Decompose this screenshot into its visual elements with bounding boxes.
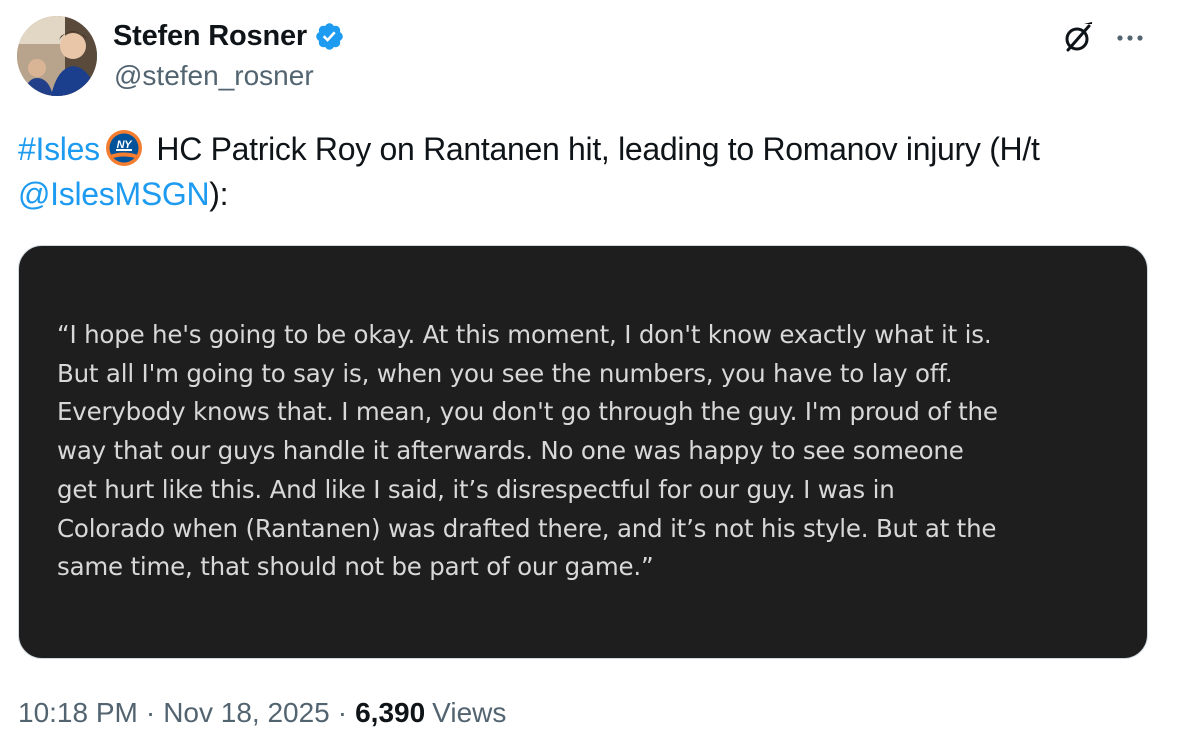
quote-text: “I hope he's going to be okay. At this m… xyxy=(57,320,998,582)
tweet-body-end: ): xyxy=(209,176,229,212)
tweet-date[interactable]: Nov 18, 2025 xyxy=(163,697,330,729)
islanders-logo-icon: NY xyxy=(104,128,144,168)
hashtag-link[interactable]: #Isles xyxy=(18,131,100,167)
author-name-row[interactable]: Stefen Rosner xyxy=(113,17,345,55)
meta-separator: · xyxy=(145,697,156,728)
avatar-image xyxy=(17,16,97,96)
verified-badge-icon xyxy=(314,21,345,52)
avatar[interactable] xyxy=(17,16,97,96)
media-image-card[interactable]: “I hope he's going to be okay. At this m… xyxy=(18,245,1148,659)
author-display-name[interactable]: Stefen Rosner xyxy=(113,20,307,53)
tweet-body-text: HC Patrick Roy on Rantanen hit, leading … xyxy=(147,131,1040,167)
tweet: Stefen Rosner @stefen_rosner #Isles NY H… xyxy=(0,0,1204,746)
views-count[interactable]: 6,390 xyxy=(355,697,425,729)
more-options-icon[interactable] xyxy=(1110,18,1150,58)
mention-link[interactable]: @IslesMSGN xyxy=(18,176,210,212)
tweet-text: #Isles NY HC Patrick Roy on Rantanen hit… xyxy=(18,127,1183,217)
author-handle[interactable]: @stefen_rosner xyxy=(114,60,314,92)
meta-separator: · xyxy=(337,697,348,728)
grok-icon[interactable] xyxy=(1058,18,1098,58)
tweet-time[interactable]: 10:18 PM xyxy=(18,697,138,729)
tweet-meta: 10:18 PM · Nov 18, 2025 · 6,390 Views xyxy=(18,697,506,729)
views-label[interactable]: Views xyxy=(432,697,506,729)
